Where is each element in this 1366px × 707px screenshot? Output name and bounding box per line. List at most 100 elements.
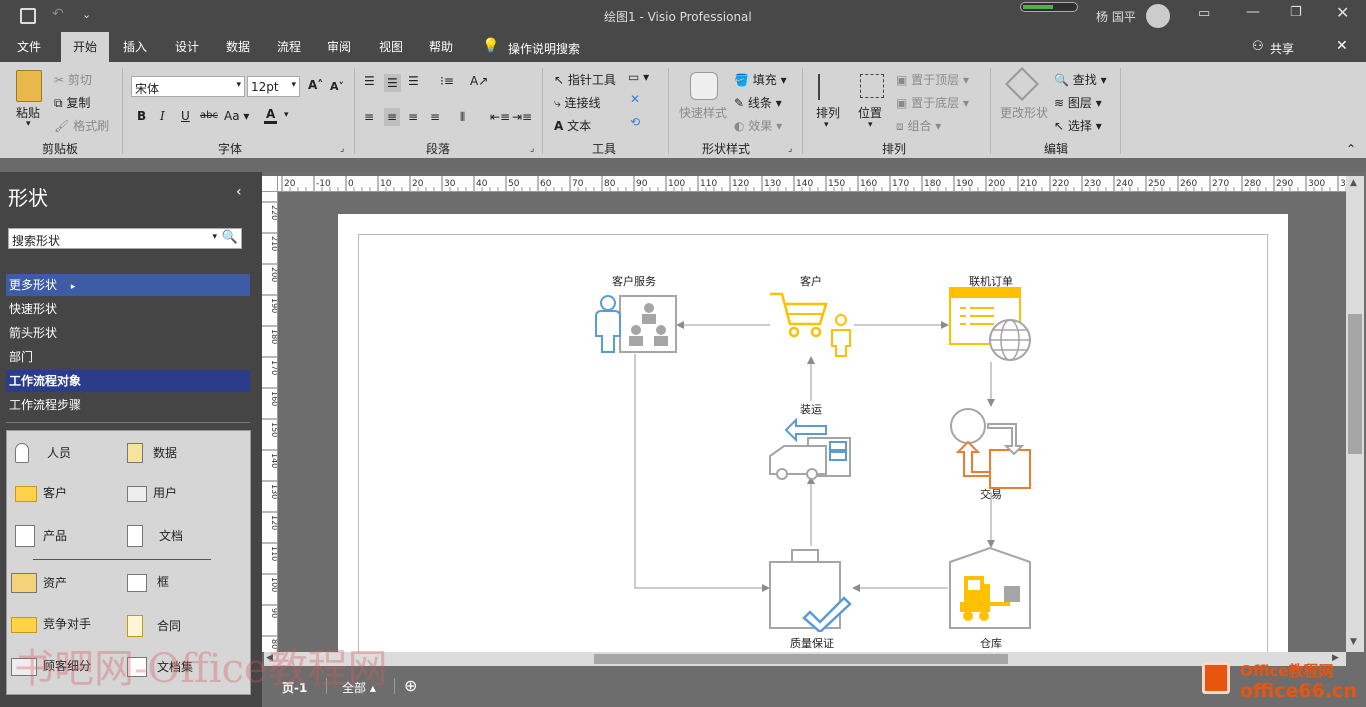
shape-search-box[interactable]: 搜索形状 ▾ 🔍 [8, 228, 242, 249]
vertical-scrollbar[interactable]: ▲ ▼ [1346, 176, 1364, 652]
tab-process[interactable]: 流程 [268, 32, 310, 62]
stencil-item-product[interactable]: 产品 [15, 525, 67, 547]
position-button[interactable]: 位置 [858, 104, 882, 121]
change-shape-button[interactable]: 更改形状 [1000, 104, 1048, 121]
nav-departments[interactable]: 部门 [6, 346, 250, 368]
stencil-item-user[interactable]: 用户 [127, 484, 177, 502]
horizontal-scroll-thumb[interactable] [594, 654, 1008, 664]
nav-more-shapes[interactable]: 更多形状 ▸ [6, 274, 250, 296]
text-tool-button[interactable]: A 文本 [554, 117, 591, 134]
nav-quick-shapes[interactable]: 快速形状 [6, 298, 250, 320]
add-page-icon[interactable]: ⊕ [404, 676, 417, 695]
ribbon-display-icon[interactable]: ▭ [1198, 6, 1210, 21]
transaction-shape[interactable] [948, 406, 1038, 494]
bullets-icon[interactable]: ⁝≡ [440, 74, 454, 88]
avatar[interactable] [1146, 4, 1170, 28]
copy-button[interactable]: ⧉ 复制 [54, 94, 90, 111]
grow-font-icon[interactable]: A˄ [308, 78, 323, 92]
scroll-up-icon[interactable]: ▲ [1350, 178, 1357, 188]
tab-help[interactable]: 帮助 [420, 32, 462, 62]
increase-indent-icon[interactable]: ⇥≡ [512, 110, 532, 124]
vertical-scroll-thumb[interactable] [1348, 314, 1362, 454]
restore-icon[interactable]: ❐ [1290, 5, 1302, 20]
stencil-item-data[interactable]: 数据 [127, 443, 177, 463]
font-color-icon[interactable]: A [264, 107, 278, 124]
online-order-shape[interactable] [948, 286, 1034, 364]
nav-arrow-shapes[interactable]: 箭头形状 [6, 322, 250, 344]
change-case-icon[interactable]: Aa ▾ [224, 109, 249, 123]
stencil-item-contract[interactable]: 合同 [127, 615, 181, 637]
stencil-item-document[interactable]: 文档 [127, 525, 183, 547]
decrease-indent-icon[interactable]: ⇤≡ [490, 110, 510, 124]
align-top-icon[interactable]: ☰ [364, 74, 375, 88]
horizontal-scrollbar[interactable]: ◀ ▶ [264, 652, 1346, 666]
connector-button[interactable]: ⤷ 连接线 [554, 94, 601, 111]
collapse-ribbon-icon[interactable]: ⌃ [1346, 142, 1356, 156]
cut-button[interactable]: ✂ 剪切 [54, 71, 92, 88]
minimize-icon[interactable]: — [1246, 4, 1260, 20]
send-to-back-button[interactable]: ▣ 置于底层 ▾ [896, 94, 969, 111]
tab-design[interactable]: 设计 [166, 32, 208, 62]
stencil-item-frame[interactable]: 框 [127, 573, 169, 592]
fill-button[interactable]: 🪣 填充 ▾ [734, 71, 787, 88]
line-button[interactable]: ✎ 线条 ▾ [734, 94, 782, 111]
align-right-icon[interactable]: ≡ [408, 110, 418, 124]
text-direction-icon[interactable]: A↗ [470, 74, 488, 88]
align-bottom-icon[interactable]: ☰ [408, 74, 419, 88]
shrink-font-icon[interactable]: A˅ [330, 80, 344, 93]
justify-icon[interactable]: ≡ [430, 110, 440, 124]
tab-file[interactable]: 文件 [8, 32, 50, 62]
shape-style-dialog-launcher-icon[interactable]: ⌟ [788, 144, 792, 154]
position-dropdown-icon[interactable]: ▾ [868, 120, 873, 130]
customer-service-shape[interactable] [592, 294, 678, 356]
shipping-shape[interactable] [768, 418, 856, 480]
tab-home[interactable]: 开始 [61, 32, 109, 62]
search-icon[interactable]: 🔍 [222, 230, 238, 245]
share-button[interactable]: 共享 [1270, 40, 1294, 57]
close-icon[interactable]: ✕ [1336, 3, 1349, 22]
chevron-down-icon[interactable]: ▾ [212, 232, 217, 242]
font-face-select[interactable]: 宋体 ▾ [131, 76, 245, 97]
stencil-item-person[interactable]: 人员 [15, 443, 71, 463]
nav-workflow-steps[interactable]: 工作流程步骤 [6, 394, 250, 416]
align-left-icon[interactable]: ≡ [364, 110, 374, 124]
effects-button[interactable]: ◐ 效果 ▾ [734, 117, 782, 134]
layers-button[interactable]: ≋ 图层 ▾ [1054, 94, 1102, 111]
font-size-select[interactable]: 12pt ▾ [247, 76, 300, 97]
paragraph-dialog-launcher-icon[interactable]: ⌟ [530, 144, 534, 154]
save-icon[interactable] [20, 8, 36, 24]
align-button[interactable]: 排列 [816, 104, 840, 121]
quick-styles-button[interactable]: 快速样式 [679, 104, 727, 121]
close-ribbon-icon[interactable]: ✕ [1336, 38, 1348, 54]
tab-insert[interactable]: 插入 [114, 32, 156, 62]
connection-point-icon[interactable]: ⟲ [630, 115, 640, 129]
warehouse-shape[interactable] [948, 546, 1036, 632]
stencil-item-asset[interactable]: 资产 [11, 573, 67, 593]
font-color-dropdown-icon[interactable]: ▾ [284, 110, 289, 120]
bring-to-front-button[interactable]: ▣ 置于顶层 ▾ [896, 71, 969, 88]
group-button[interactable]: ⧈ 组合 ▾ [896, 117, 941, 134]
columns-icon[interactable]: ⫴ [460, 110, 465, 125]
rectangle-tool-icon[interactable]: ▭ ▾ [628, 70, 649, 84]
collapse-panel-icon[interactable]: ‹ [236, 184, 242, 200]
paste-dropdown-icon[interactable]: ▾ [26, 119, 31, 129]
paste-icon[interactable] [16, 70, 42, 102]
user-name[interactable]: 杨 国平 [1096, 8, 1136, 25]
strikethrough-icon[interactable]: abc [200, 110, 218, 121]
tab-data[interactable]: 数据 [217, 32, 259, 62]
italic-icon[interactable]: I [160, 109, 165, 123]
stencil-item-customer[interactable]: 客户 [15, 484, 67, 502]
select-button[interactable]: ↖ 选择 ▾ [1054, 117, 1102, 134]
drawing-page[interactable]: 客户服务 客户 联机订单 装运 交易 质量保证 仓库 [338, 214, 1288, 652]
align-center-icon[interactable]: ≡ [384, 108, 401, 126]
find-button[interactable]: 🔍 查找 ▾ [1054, 71, 1107, 88]
tab-view[interactable]: 视图 [370, 32, 412, 62]
customer-shape[interactable] [768, 290, 858, 358]
underline-icon[interactable]: U [181, 109, 190, 123]
font-dialog-launcher-icon[interactable]: ⌟ [340, 144, 344, 154]
nav-workflow-objects[interactable]: 工作流程对象 [6, 370, 250, 392]
scroll-down-icon[interactable]: ▼ [1350, 637, 1357, 647]
format-painter-button[interactable]: 🖌 格式刷 [54, 117, 109, 134]
bold-icon[interactable]: B [137, 109, 146, 123]
position-icon[interactable] [860, 74, 884, 98]
